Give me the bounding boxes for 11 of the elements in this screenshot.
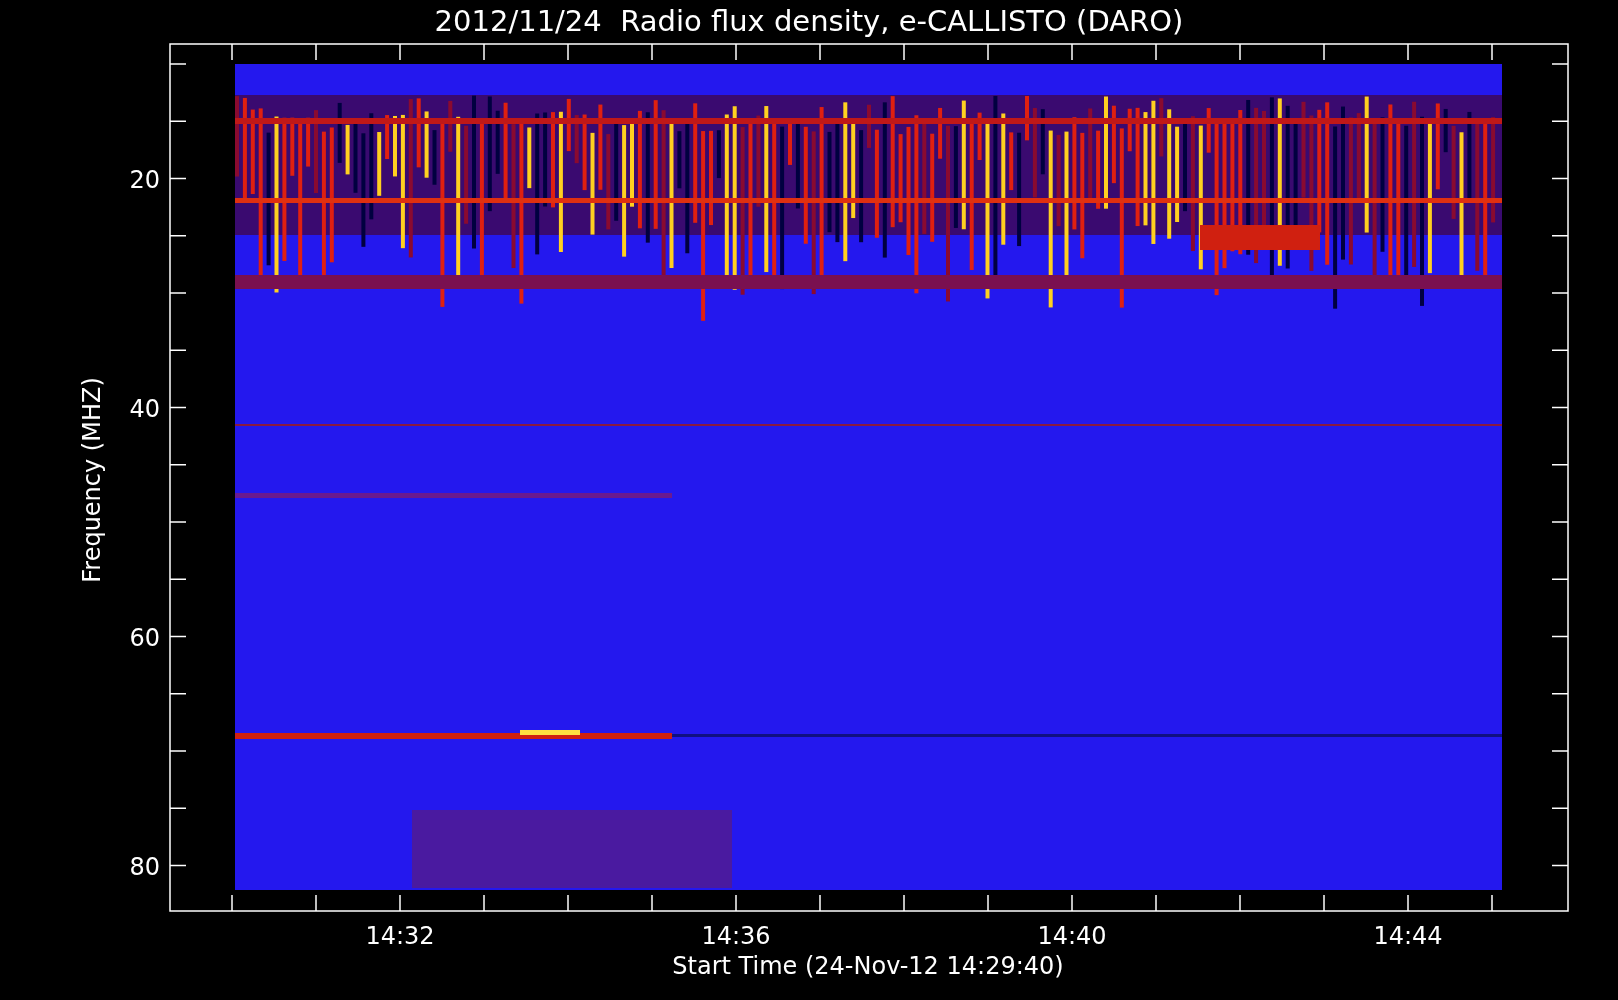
tick-label: 14:44 — [1373, 922, 1443, 950]
tick-label: 14:32 — [365, 922, 435, 950]
tick-label: 40 — [129, 394, 160, 423]
axis-label: Start Time (24-Nov-12 14:29:40) — [672, 952, 1064, 980]
axis-label: Frequency (MHZ) — [78, 377, 106, 583]
tick-label: 14:36 — [701, 922, 771, 950]
tick-label: 14:40 — [1037, 922, 1107, 950]
tick-label: 20 — [129, 165, 160, 194]
chart-title: 2012/11/24 Radio flux density, e-CALLISTO (DARO) — [434, 4, 1184, 38]
tick-label: 80 — [129, 852, 160, 881]
tick-label: 60 — [129, 623, 160, 652]
